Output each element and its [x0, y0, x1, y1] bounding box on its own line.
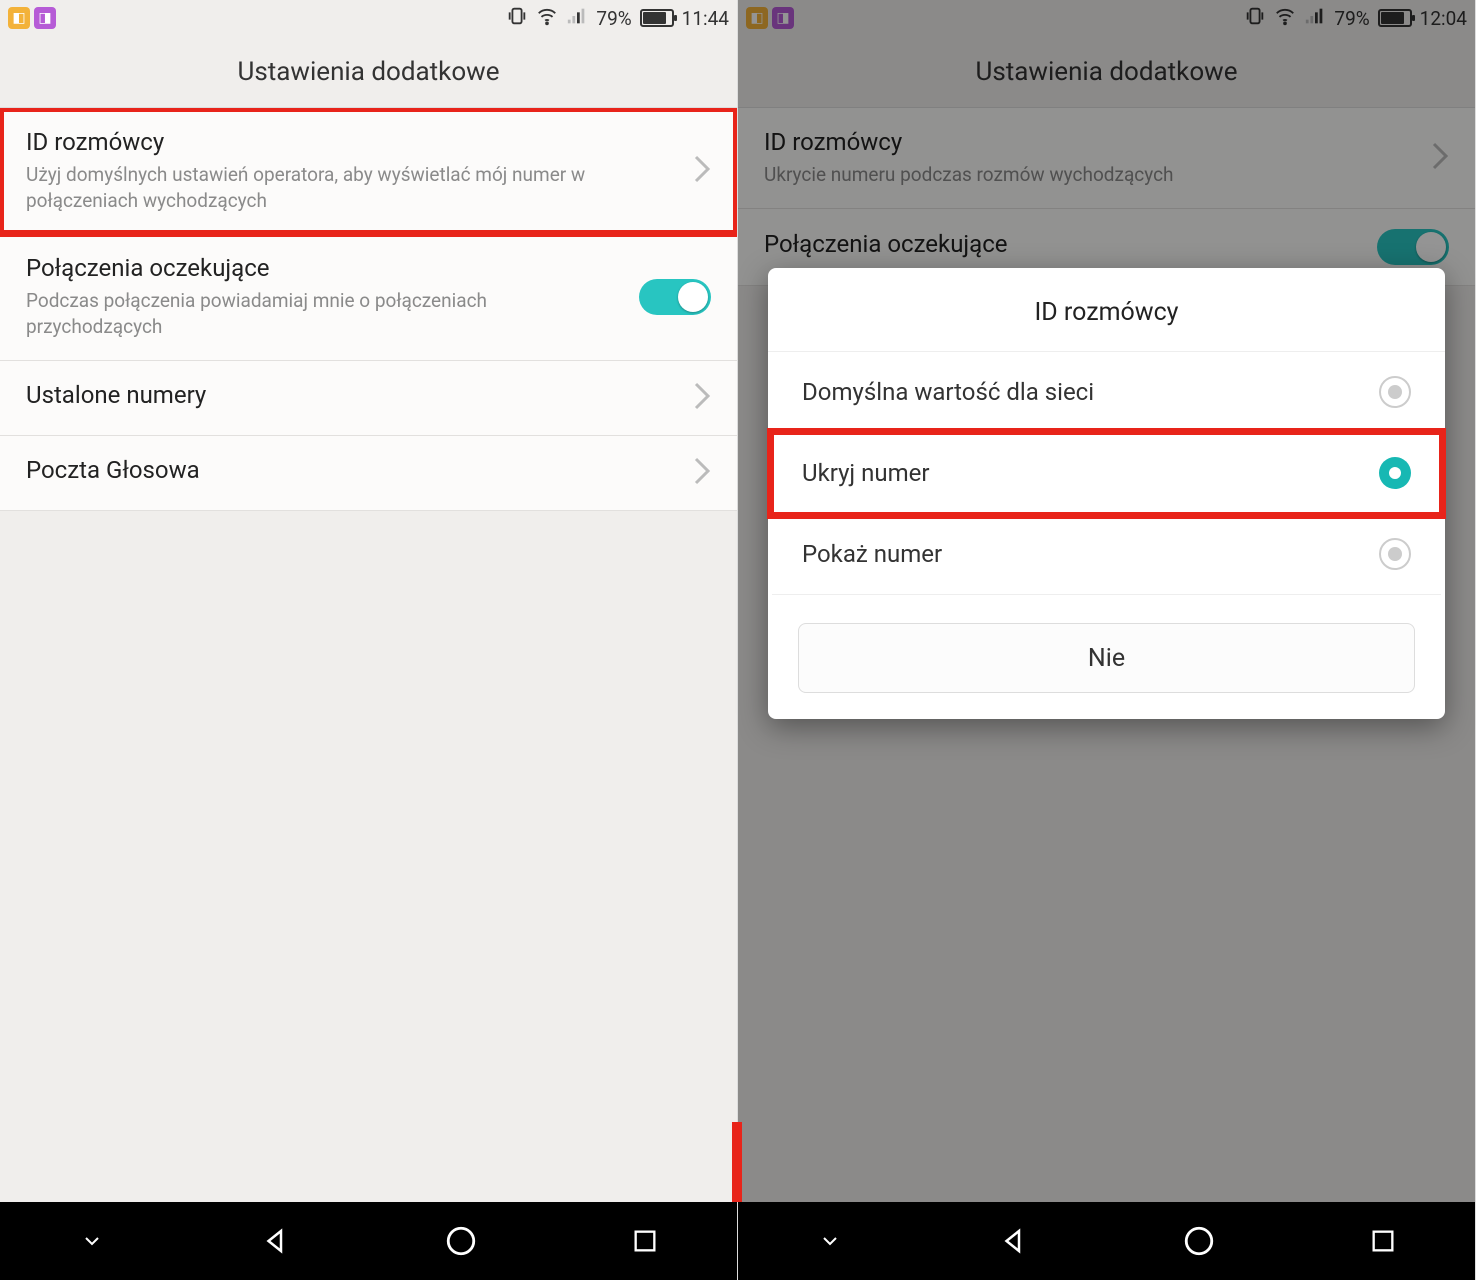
radio-unchecked-icon [1379, 376, 1411, 408]
caller-id-sub: Użyj domyślnych ustawień operatora, aby … [26, 162, 677, 213]
option-hide-number[interactable]: Ukryj numer [772, 433, 1441, 514]
phone-left: ◧ ◨ 79% 11:44 Ustawienia dodatkowe ID ro… [0, 0, 738, 1280]
call-waiting-sub: Podczas połączenia powiadamiaj mnie o po… [26, 288, 623, 339]
voicemail-title: Poczta Głosowa [26, 456, 677, 484]
phone-right: ◧ ◨ 79% 12:04 Ustawienia dodatkowe ID ro… [738, 0, 1476, 1280]
notif-icon-2: ◨ [34, 7, 56, 29]
page-title: Ustawienia dodatkowe [0, 36, 737, 108]
dialog-title: ID rozmówcy [768, 268, 1445, 352]
option-show-label: Pokaż numer [802, 540, 1379, 568]
radio-unchecked-icon [1379, 538, 1411, 570]
android-navbar [0, 1202, 737, 1280]
option-default-label: Domyślna wartość dla sieci [802, 378, 1379, 406]
nav-recents-icon[interactable] [1365, 1223, 1401, 1259]
call-waiting-title: Połączenia oczekujące [26, 254, 623, 282]
chevron-right-icon [693, 381, 711, 415]
row-voicemail[interactable]: Poczta Głosowa [0, 436, 737, 511]
nav-home-icon[interactable] [1181, 1223, 1217, 1259]
caller-id-title: ID rozmówcy [26, 128, 677, 156]
call-waiting-toggle[interactable] [639, 279, 711, 315]
nav-dropdown-icon[interactable] [74, 1223, 110, 1259]
nav-recents-icon[interactable] [627, 1223, 663, 1259]
fixed-numbers-title: Ustalone numery [26, 381, 677, 409]
settings-list: ID rozmówcy Użyj domyślnych ustawień ope… [0, 108, 737, 1202]
nav-back-icon[interactable] [258, 1223, 294, 1259]
option-hide-label: Ukryj numer [802, 459, 1379, 487]
nav-home-icon[interactable] [443, 1223, 479, 1259]
status-bar: ◧ ◨ 79% 11:44 [0, 0, 737, 36]
row-fixed-numbers[interactable]: Ustalone numery [0, 361, 737, 436]
vibrate-icon [506, 5, 528, 32]
option-default[interactable]: Domyślna wartość dla sieci [772, 352, 1441, 433]
clock: 11:44 [682, 7, 729, 30]
row-call-waiting[interactable]: Połączenia oczekujące Podczas połączenia… [0, 234, 737, 360]
red-annotation-mark [732, 1122, 742, 1202]
cancel-button[interactable]: Nie [798, 623, 1415, 693]
battery-percent: 79% [596, 7, 631, 30]
row-caller-id[interactable]: ID rozmówcy Użyj domyślnych ustawień ope… [0, 108, 737, 234]
nav-back-icon[interactable] [996, 1223, 1032, 1259]
radio-checked-icon [1379, 457, 1411, 489]
chevron-right-icon [693, 154, 711, 188]
option-show-number[interactable]: Pokaż numer [772, 514, 1441, 595]
caller-id-dialog: ID rozmówcy Domyślna wartość dla sieci U… [768, 268, 1445, 719]
wifi-icon [536, 5, 558, 32]
signal-icon [566, 5, 588, 32]
battery-icon [640, 9, 674, 27]
chevron-right-icon [693, 456, 711, 490]
nav-dropdown-icon[interactable] [812, 1223, 848, 1259]
android-navbar [738, 1202, 1475, 1280]
notif-icon-1: ◧ [8, 7, 30, 29]
